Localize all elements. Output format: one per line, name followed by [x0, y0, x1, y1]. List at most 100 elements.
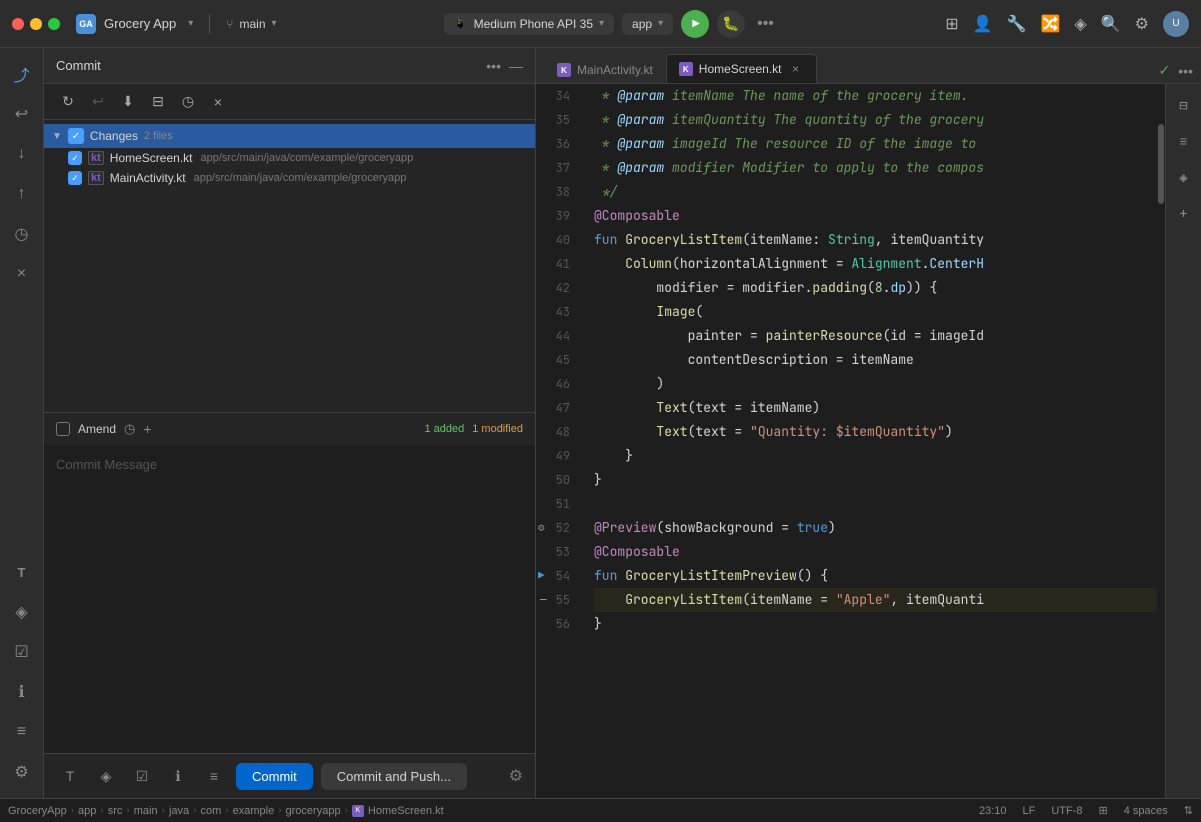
copilot-icon[interactable]: ◈: [1074, 14, 1086, 34]
column-selector-icon[interactable]: ⊞: [1099, 804, 1108, 817]
file-item-homescreen[interactable]: kt HomeScreen.kt app/src/main/java/com/e…: [44, 148, 535, 168]
vcs-icon[interactable]: 🔀: [1041, 14, 1061, 34]
close-window-button[interactable]: [12, 18, 24, 30]
breadcrumb-filename: HomeScreen.kt: [368, 805, 444, 817]
code-line-47: Text(text = itemName): [594, 396, 1157, 420]
indent-mode[interactable]: 4 spaces: [1124, 805, 1168, 817]
sidebar-icon-close[interactable]: ×: [4, 256, 40, 292]
device-selector[interactable]: 📱 Medium Phone API 35 ▾: [444, 13, 614, 35]
revert-toolbar-button[interactable]: ⬇: [116, 90, 140, 114]
tab-more-icon[interactable]: •••: [1178, 63, 1193, 79]
commit-push-button[interactable]: Commit and Push...: [321, 763, 467, 790]
maximize-window-button[interactable]: [48, 18, 60, 30]
sidebar-icon-info[interactable]: ℹ: [4, 674, 40, 710]
sidebar-icon-terminal[interactable]: T: [4, 554, 40, 590]
debug-button[interactable]: 🐛: [717, 10, 745, 38]
info-icon[interactable]: ℹ: [164, 762, 192, 790]
commit-message-input[interactable]: [44, 445, 535, 753]
profile-icon[interactable]: 👤: [973, 14, 993, 34]
code-content: * @param itemName The name of the grocer…: [586, 84, 1157, 798]
settings-icon[interactable]: ⚙: [1135, 14, 1149, 34]
changes-list: ▼ ✓ Changes 2 files kt HomeScreen.kt app…: [44, 120, 535, 412]
format-icon[interactable]: T: [56, 762, 84, 790]
line-num-55: —55: [536, 588, 578, 612]
avatar[interactable]: U: [1163, 11, 1189, 37]
sidebar-icon-vcs[interactable]: ⤴: [4, 56, 40, 92]
file-item-mainactivity[interactable]: kt MainActivity.kt app/src/main/java/com…: [44, 168, 535, 188]
breadcrumb-main[interactable]: main: [134, 805, 158, 817]
code-editor[interactable]: 34 35 36 37 38 39 40 41 42 43 44 45 46 4…: [536, 84, 1201, 798]
line-num-43: 43: [536, 300, 578, 324]
app-target-selector[interactable]: app ▾: [622, 13, 673, 35]
sidebar-icon-fetch[interactable]: ↓: [4, 136, 40, 172]
sidebar-icon-logcat[interactable]: ≡: [4, 714, 40, 750]
minimize-window-button[interactable]: [30, 18, 42, 30]
tab-label-homescreen: HomeScreen.kt: [699, 62, 782, 76]
sidebar-icon-push[interactable]: ↑: [4, 176, 40, 212]
sidebar-icon-settings[interactable]: ⚙: [4, 754, 40, 790]
breadcrumb-src[interactable]: src: [108, 805, 123, 817]
breadcrumb-groceryapp-pkg[interactable]: groceryapp: [286, 805, 341, 817]
changes-checkbox[interactable]: ✓: [68, 128, 84, 144]
tab-label-mainactivity: MainActivity.kt: [577, 63, 653, 77]
gutter-settings-icon[interactable]: ⚙: [538, 516, 545, 540]
file-checkbox-homescreen[interactable]: [68, 151, 82, 165]
changes-header[interactable]: ▼ ✓ Changes 2 files: [44, 124, 535, 148]
notifications-icon[interactable]: ⊞: [945, 14, 958, 34]
breadcrumb-java[interactable]: java: [169, 805, 189, 817]
sidebar-icon-plugin[interactable]: ◈: [4, 594, 40, 630]
tab-close-homescreen[interactable]: ×: [788, 61, 804, 77]
amend-clock-icon[interactable]: ◷: [124, 421, 135, 437]
emoji-icon[interactable]: ◈: [92, 762, 120, 790]
breadcrumb-file[interactable]: K HomeScreen.kt: [352, 805, 444, 817]
tab-mainactivity[interactable]: K MainActivity.kt: [544, 56, 666, 83]
app-dropdown-icon[interactable]: ▾: [188, 18, 193, 29]
commit-panel: Commit ••• — ↻ ↩ ⬇ ⊟ ◷ × ▼ ✓ Changes 2 f…: [44, 48, 536, 798]
branch-dropdown-icon[interactable]: ▾: [272, 18, 277, 29]
search-icon[interactable]: 🔍: [1101, 14, 1121, 34]
sidebar-icon-history[interactable]: ◷: [4, 216, 40, 252]
close-toolbar-button[interactable]: ×: [206, 90, 230, 114]
file-checkbox-mainactivity[interactable]: [68, 171, 82, 185]
gutter-preview-icon[interactable]: ▶: [538, 564, 545, 588]
line-num-52: ⚙52: [536, 516, 578, 540]
device-dropdown-icon: ▾: [599, 18, 604, 29]
tools-icon[interactable]: 🔧: [1007, 14, 1027, 34]
log-icon[interactable]: ≡: [200, 762, 228, 790]
run-button[interactable]: [681, 10, 709, 38]
commit-settings-icon[interactable]: ⚙: [509, 766, 523, 786]
refresh-toolbar-button[interactable]: ↻: [56, 90, 80, 114]
more-options-button[interactable]: •••: [753, 15, 778, 33]
git-status-icon[interactable]: ⇅: [1184, 804, 1193, 817]
code-line-52: @Preview(showBackground = true): [594, 516, 1157, 540]
amend-checkbox[interactable]: [56, 422, 70, 436]
panel-ellipsis-icon[interactable]: •••: [486, 58, 501, 74]
panel-minimize-icon[interactable]: —: [509, 58, 523, 74]
breadcrumb-groceryapp[interactable]: GroceryApp: [8, 805, 67, 817]
breadcrumb-example[interactable]: example: [233, 805, 275, 817]
editor-settings-icon[interactable]: +: [1170, 200, 1198, 228]
encoding[interactable]: UTF-8: [1051, 805, 1082, 817]
branch-info[interactable]: ⑂ main ▾: [226, 17, 276, 31]
cursor-position[interactable]: 23:10: [979, 805, 1007, 817]
device-name: Medium Phone API 35: [474, 17, 593, 31]
tab-homescreen[interactable]: K HomeScreen.kt ×: [666, 54, 817, 83]
sidebar-icon-undo[interactable]: ↩: [4, 96, 40, 132]
line-num-38: 38: [536, 180, 578, 204]
amend-plus-icon[interactable]: +: [143, 421, 151, 437]
editor-scrollbar[interactable]: [1157, 84, 1165, 798]
traffic-lights: [12, 18, 60, 30]
breadcrumb-app[interactable]: app: [78, 805, 96, 817]
branch-toolbar-button[interactable]: ◷: [176, 90, 200, 114]
line-ending[interactable]: LF: [1023, 805, 1036, 817]
structure-icon[interactable]: ≡: [1170, 128, 1198, 156]
git-blame-icon[interactable]: ⊟: [1170, 92, 1198, 120]
sidebar-icon-todo[interactable]: ☑: [4, 634, 40, 670]
template-icon[interactable]: ☑: [128, 762, 156, 790]
app-title: Grocery App: [104, 16, 176, 31]
diff-toolbar-button[interactable]: ⊟: [146, 90, 170, 114]
breadcrumb-com[interactable]: com: [200, 805, 221, 817]
bookmarks-icon[interactable]: ◈: [1170, 164, 1198, 192]
amend-stats: 1 added 1 modified: [424, 423, 523, 435]
commit-button[interactable]: Commit: [236, 763, 313, 790]
